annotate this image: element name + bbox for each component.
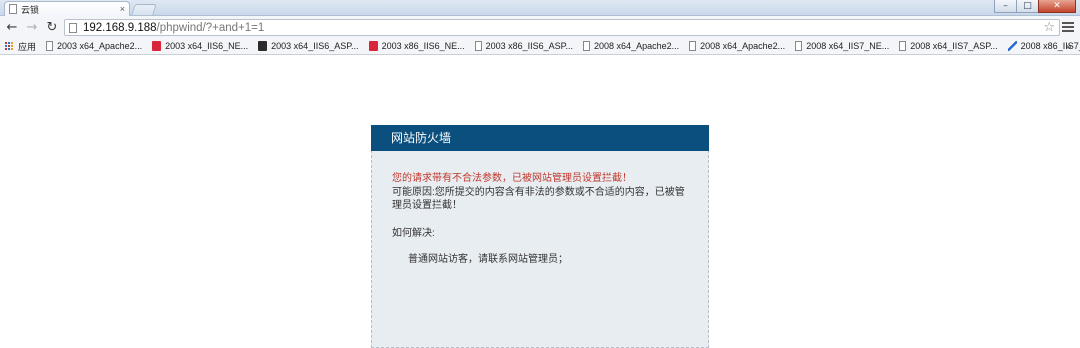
page-icon (46, 41, 54, 51)
page-icon (474, 41, 482, 51)
bookmark-item[interactable]: 2008 x64_IIS7_ASP... (899, 41, 998, 51)
bookmark-item[interactable]: 2003 x64_Apache2... (46, 41, 142, 51)
bookmarks-bar: 应用 2003 x64_Apache2... 2003 x64_IIS6_NE.… (0, 38, 1080, 55)
bookmark-label: 2003 x64_IIS6_ASP... (271, 41, 359, 51)
close-window-button[interactable]: ✕ (1038, 0, 1076, 13)
bookmark-label: 2003 x86_IIS6_ASP... (485, 41, 574, 51)
reload-button[interactable]: ↻ (44, 19, 60, 35)
site-favicon-icon (258, 41, 268, 51)
how-to-resolve-label: 如何解决: (392, 227, 435, 239)
address-bar[interactable]: 192.168.9.188/phpwind/?+and+1=1 ☆ (64, 19, 1060, 36)
apps-grid-icon (5, 41, 14, 51)
firewall-title: 网站防火墙 (371, 125, 709, 151)
solution-text: 普通网站访客，请联系网站管理员； (408, 254, 568, 265)
page-icon (9, 4, 17, 14)
bookmark-star-icon[interactable]: ☆ (1043, 20, 1055, 36)
site-favicon-icon (368, 41, 378, 51)
url-host: 192.168.9.188 (83, 21, 157, 34)
bookmarks-overflow-icon[interactable]: » (1065, 38, 1072, 55)
new-tab-button[interactable] (131, 4, 157, 15)
page-icon (69, 22, 77, 33)
reason-message: 可能原因:您所提交的内容含有非法的参数或不合适的内容，已被管理员设置拦截！ (392, 186, 685, 212)
bookmark-item[interactable]: 2008 x64_Apache2... (689, 41, 785, 51)
firewall-card: 网站防火墙 您的请求带有不合法参数，已被网站管理员设置拦截！ 可能原因:您所提交… (371, 125, 709, 348)
bookmark-label: 2003 x86_IIS6_NE... (381, 41, 465, 51)
bookmark-label: 2003 x64_Apache2... (57, 41, 143, 51)
minimize-button[interactable]: – (994, 0, 1017, 13)
maximize-button[interactable]: □ (1016, 0, 1039, 13)
tab-close-icon[interactable]: × (120, 4, 125, 14)
bookmark-label: 应用 (18, 41, 37, 52)
bookmark-item[interactable]: 2008 x64_IIS7_NE... (795, 41, 889, 51)
back-button[interactable]: ← (4, 19, 20, 35)
page-icon (795, 41, 803, 51)
bookmark-label: 2008 x64_Apache2... (700, 41, 786, 51)
url-path: /phpwind/?+and+1=1 (156, 21, 265, 34)
bookmark-item[interactable]: 2003 x64_IIS6_ASP... (258, 41, 359, 51)
page-icon (899, 41, 907, 51)
navigation-bar: ← → ↻ 192.168.9.188/phpwind/?+and+1=1 ☆ (0, 16, 1080, 38)
pen-icon (1007, 41, 1017, 51)
browser-menu-button[interactable] (1062, 19, 1074, 35)
bookmark-label: 2003 x64_IIS6_NE... (165, 41, 249, 51)
bookmark-label: 2008 x64_IIS7_NE... (806, 41, 890, 51)
browser-tab[interactable]: 云锁 × (4, 1, 130, 16)
bookmark-item[interactable]: 2003 x86_IIS6_ASP... (474, 41, 574, 51)
window-controls: – □ ✕ (994, 0, 1076, 13)
bookmark-apps[interactable]: 应用 (5, 40, 36, 53)
bookmark-item[interactable]: 2003 x64_IIS6_NE... (152, 41, 248, 51)
url-text[interactable]: 192.168.9.188/phpwind/?+and+1=1 (83, 22, 264, 34)
site-favicon-icon (152, 41, 162, 51)
firewall-body: 您的请求带有不合法参数，已被网站管理员设置拦截！ 可能原因:您所提交的内容含有非… (372, 151, 708, 267)
window-titlebar: 云锁 × – □ ✕ (0, 0, 1080, 16)
bookmark-item[interactable]: 2003 x86_IIS6_NE... (368, 41, 465, 51)
page-icon (583, 41, 591, 51)
bookmark-item[interactable]: 2008 x64_Apache2... (583, 41, 679, 51)
tab-title: 云锁 (21, 4, 40, 15)
bookmark-label: 2008 x64_IIS7_ASP... (910, 41, 998, 51)
bookmark-label: 2008 x64_Apache2... (594, 41, 680, 51)
warning-message: 您的请求带有不合法参数，已被网站管理员设置拦截！ (392, 173, 632, 184)
page-icon (689, 41, 697, 51)
forward-button[interactable]: → (24, 19, 40, 35)
